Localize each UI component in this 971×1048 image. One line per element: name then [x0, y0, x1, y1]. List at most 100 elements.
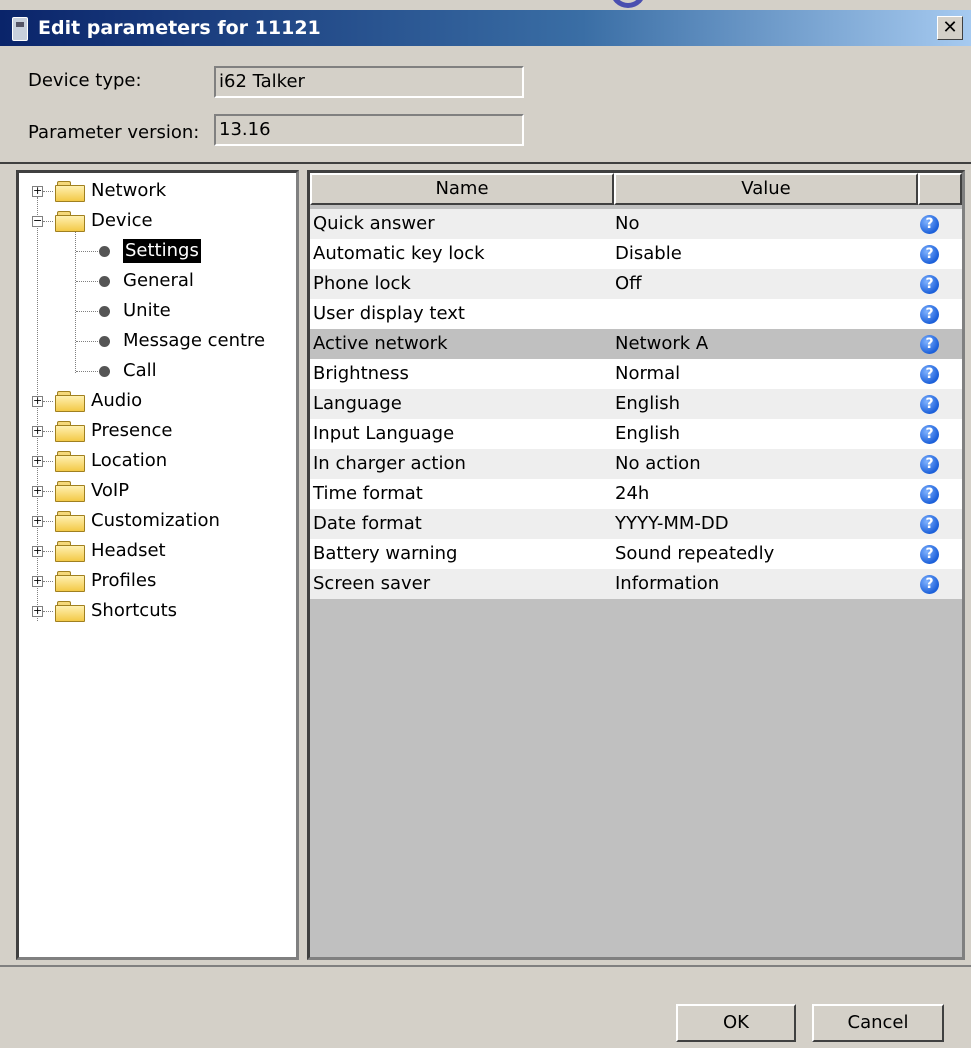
ok-button[interactable]: OK: [676, 1004, 796, 1042]
parameter-value[interactable]: No action: [615, 449, 701, 479]
table-row[interactable]: Active network Network A?: [310, 329, 962, 359]
tree-leaf[interactable]: Unite: [19, 297, 289, 325]
help-icon[interactable]: ?: [920, 515, 939, 534]
tree-folder[interactable]: + Customization: [19, 507, 289, 535]
expand-icon[interactable]: +: [32, 515, 43, 527]
device-type-label: Device type:: [28, 70, 142, 91]
help-icon[interactable]: ?: [920, 305, 939, 324]
table-row[interactable]: Time format 24h?: [310, 479, 962, 509]
tree-leaf[interactable]: Message centre: [19, 327, 289, 355]
expand-icon[interactable]: +: [32, 185, 43, 197]
table-row[interactable]: Date format YYYY-MM-DD?: [310, 509, 962, 539]
parameter-value[interactable]: YYYY-MM-DD: [615, 509, 729, 539]
parameter-value[interactable]: Disable: [615, 239, 682, 269]
folder-icon: [55, 481, 85, 502]
parameter-name: Battery warning: [313, 543, 458, 564]
parameter-value[interactable]: Network A: [615, 329, 708, 359]
table-row[interactable]: Phone lock Off?: [310, 269, 962, 299]
expand-icon[interactable]: +: [32, 425, 43, 437]
tree-folder[interactable]: + Audio: [19, 387, 289, 415]
expand-icon[interactable]: +: [32, 575, 43, 587]
device-type-field[interactable]: i62 Talker: [214, 66, 524, 98]
tree-folder-label: Customization: [91, 510, 220, 531]
name-column-header[interactable]: Name: [310, 173, 614, 205]
tree-folder[interactable]: + Network: [19, 177, 289, 205]
help-column-header: [918, 173, 962, 205]
table-row[interactable]: Screen saver Information?: [310, 569, 962, 599]
help-icon[interactable]: ?: [920, 425, 939, 444]
tree-connector: [43, 581, 53, 582]
cancel-button[interactable]: Cancel: [812, 1004, 944, 1042]
parameter-value[interactable]: Off: [615, 269, 642, 299]
expand-icon[interactable]: +: [32, 605, 43, 617]
table-row[interactable]: Brightness Normal?: [310, 359, 962, 389]
table-row[interactable]: User display text?: [310, 299, 962, 329]
help-icon[interactable]: ?: [920, 245, 939, 264]
expand-icon[interactable]: +: [32, 545, 43, 557]
parameter-value[interactable]: English: [615, 419, 680, 449]
parameter-value[interactable]: Sound repeatedly: [615, 539, 774, 569]
table-row[interactable]: Quick answer No?: [310, 209, 962, 239]
collapse-icon[interactable]: −: [32, 215, 43, 227]
expand-icon[interactable]: +: [32, 485, 43, 497]
tree-folder[interactable]: + Presence: [19, 417, 289, 445]
parameter-value[interactable]: English: [615, 389, 680, 419]
close-button[interactable]: ✕: [937, 16, 963, 40]
parameter-name: User display text: [313, 303, 465, 324]
help-icon[interactable]: ?: [920, 335, 939, 354]
expand-icon[interactable]: +: [32, 455, 43, 467]
value-column-header[interactable]: Value: [614, 173, 918, 205]
tree-folder-label: Audio: [91, 390, 143, 411]
tree-folder[interactable]: + Location: [19, 447, 289, 475]
tree-connector: [43, 221, 53, 222]
table-row[interactable]: In charger action No action?: [310, 449, 962, 479]
tree-folder[interactable]: + Headset: [19, 537, 289, 565]
help-icon[interactable]: ?: [920, 395, 939, 414]
help-icon[interactable]: ?: [920, 545, 939, 564]
parameter-value[interactable]: 24h: [615, 479, 649, 509]
tree-leaf[interactable]: Settings: [19, 237, 289, 265]
table-row[interactable]: Automatic key lock Disable?: [310, 239, 962, 269]
tree-folder-label: Profiles: [91, 570, 157, 591]
parameter-version-label: Parameter version:: [28, 122, 200, 143]
parameter-version-field[interactable]: 13.16: [214, 114, 524, 146]
tree-leaf-label: General: [123, 270, 194, 291]
tree-folder[interactable]: + Shortcuts: [19, 597, 289, 625]
expand-icon[interactable]: +: [32, 395, 43, 407]
help-icon[interactable]: ?: [920, 575, 939, 594]
tree-leaf-label: Unite: [123, 300, 171, 321]
parameter-tree[interactable]: + Network − Device Settings General Unite Messa…: [16, 170, 299, 960]
parameter-value[interactable]: No: [615, 209, 639, 239]
parameter-name: Active network: [313, 333, 448, 354]
tree-leaf-label: Message centre: [123, 330, 266, 351]
tree-leaf[interactable]: Call: [19, 357, 289, 385]
parameters-table: Name Value Quick answer No? Automatic key …: [307, 170, 965, 960]
table-row[interactable]: Input Language English?: [310, 419, 962, 449]
help-icon[interactable]: ?: [920, 215, 939, 234]
parameter-value[interactable]: Normal: [615, 359, 680, 389]
tree-folder-label: VoIP: [91, 480, 130, 501]
table-row[interactable]: Battery warning Sound repeatedly?: [310, 539, 962, 569]
table-row[interactable]: Language English?: [310, 389, 962, 419]
tree-leaf[interactable]: General: [19, 267, 289, 295]
help-icon[interactable]: ?: [920, 365, 939, 384]
parameter-name: Input Language: [313, 423, 455, 444]
parameter-value[interactable]: Information: [615, 569, 719, 599]
table-header: Name Value: [310, 173, 962, 205]
phone-icon: [12, 17, 28, 41]
folder-icon: [55, 571, 85, 592]
bullet-icon: [99, 276, 110, 287]
help-icon[interactable]: ?: [920, 485, 939, 504]
tree-connector: [76, 341, 100, 342]
folder-icon: [55, 511, 85, 532]
tree-folder[interactable]: − Device: [19, 207, 289, 235]
bullet-icon: [99, 336, 110, 347]
help-icon[interactable]: ?: [920, 275, 939, 294]
tree-folder[interactable]: + VoIP: [19, 477, 289, 505]
tree-connector: [76, 281, 100, 282]
window-title: Edit parameters for 11121: [38, 17, 321, 39]
tree-leaf-label: Call: [123, 360, 157, 381]
tree-folder[interactable]: + Profiles: [19, 567, 289, 595]
folder-icon: [55, 391, 85, 412]
help-icon[interactable]: ?: [920, 455, 939, 474]
